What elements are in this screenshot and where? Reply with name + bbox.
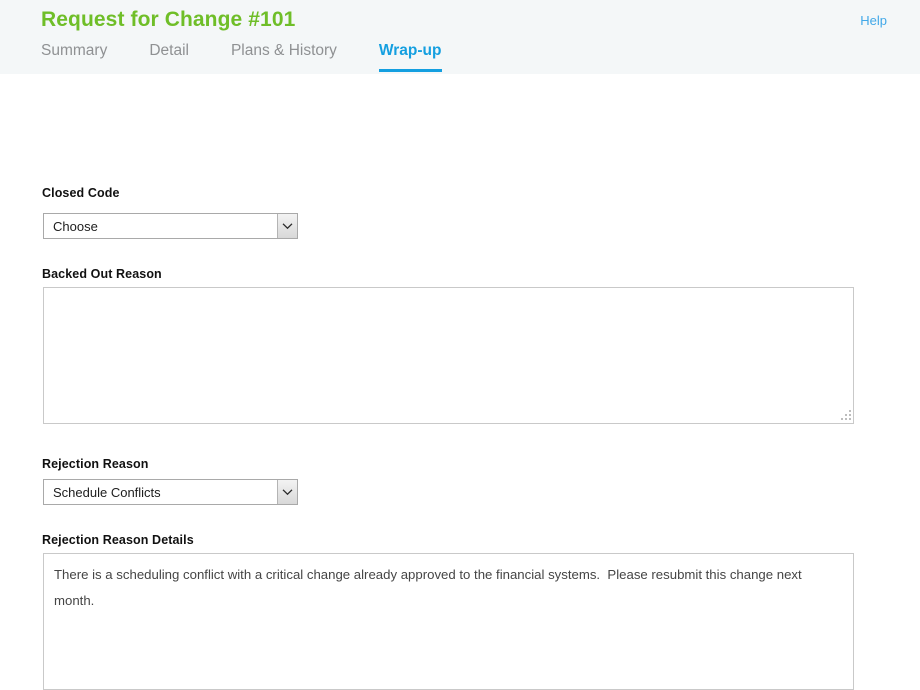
closed-code-value: Choose [53,218,98,234]
backed-out-reason-label: Backed Out Reason [42,267,162,281]
tab-detail[interactable]: Detail [149,42,189,72]
tab-plans-and-history[interactable]: Plans & History [231,42,337,72]
closed-code-select[interactable]: Choose [43,213,298,239]
help-link[interactable]: Help [860,13,887,28]
rejection-reason-details-textarea[interactable]: There is a scheduling conflict with a cr… [43,553,854,690]
rejection-reason-value: Schedule Conflicts [53,484,161,500]
tab-summary[interactable]: Summary [41,42,107,72]
backed-out-reason-value [44,288,853,296]
page-header: Request for Change #101 Help Summary Det… [0,0,920,74]
resize-grip-icon[interactable] [840,410,851,421]
tab-wrap-up[interactable]: Wrap-up [378,42,442,72]
closed-code-label: Closed Code [42,186,120,200]
chevron-down-icon [277,214,297,238]
tab-bar: Summary Detail Plans & History Wrap-up [41,42,442,72]
rejection-reason-details-label: Rejection Reason Details [42,533,194,547]
chevron-down-icon [277,480,297,504]
page-title: Request for Change #101 [41,8,296,31]
rejection-reason-details-value: There is a scheduling conflict with a cr… [54,567,806,608]
backed-out-reason-textarea[interactable] [43,287,854,424]
rejection-reason-label: Rejection Reason [42,457,149,471]
rejection-reason-select[interactable]: Schedule Conflicts [43,479,298,505]
